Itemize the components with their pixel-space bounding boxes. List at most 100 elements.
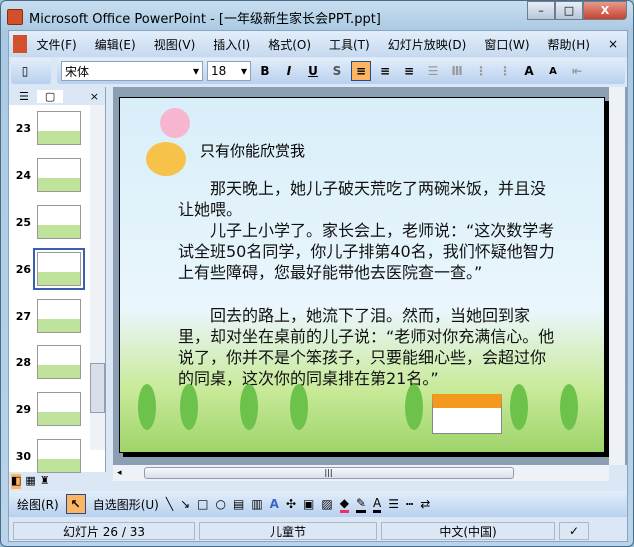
bold-button[interactable]: B xyxy=(255,61,275,81)
thumbnail-image xyxy=(37,205,81,239)
menu-tools[interactable]: 工具(T) xyxy=(320,36,379,53)
fairy-illustration xyxy=(146,142,186,176)
menu-format[interactable]: 格式(O) xyxy=(259,36,320,53)
oval-icon[interactable]: ○ xyxy=(216,497,226,511)
diagram-icon[interactable]: ✣ xyxy=(286,497,296,511)
outline-tab[interactable]: ☰ xyxy=(19,90,29,103)
vertical-text-icon[interactable]: Ⅲ xyxy=(447,61,467,81)
line-style-icon[interactable]: ☰ xyxy=(388,497,399,511)
distribute-icon[interactable]: ☰ xyxy=(423,61,443,81)
menu-help[interactable]: 帮助(H) xyxy=(539,36,599,53)
slide-number: 25 xyxy=(15,215,31,229)
menu-slideshow[interactable]: 幻灯片放映(D) xyxy=(379,36,476,53)
slide-number: 27 xyxy=(15,309,31,323)
normal-view-icon[interactable]: ◧ xyxy=(11,474,22,489)
menu-file[interactable]: 文件(F) xyxy=(27,36,85,53)
bullets-icon[interactable]: ⋮ xyxy=(495,61,515,81)
autoshapes-button[interactable]: 自选图形(U) xyxy=(93,496,159,513)
draw-menu-button[interactable]: 绘图(R) xyxy=(17,496,59,513)
menu-edit[interactable]: 编辑(E) xyxy=(86,36,145,53)
select-arrow-icon[interactable]: ↖ xyxy=(65,494,86,514)
powerpoint-icon xyxy=(7,9,23,25)
slide-thumbnail[interactable]: 23 xyxy=(11,111,81,145)
arrow-icon[interactable]: ↘ xyxy=(180,497,190,511)
slide-sorter-icon[interactable]: ▦ xyxy=(25,474,35,489)
fill-color-icon[interactable]: ◆ xyxy=(339,496,349,513)
thumbnails-scrollbar[interactable] xyxy=(90,105,105,450)
vertical-scrollbar[interactable] xyxy=(609,87,625,465)
italic-button[interactable]: I xyxy=(279,61,299,81)
slides-tab[interactable]: ▢ xyxy=(36,89,64,103)
standard-toolbar: ▯ xyxy=(11,58,51,84)
font-size-value: 18 xyxy=(211,64,227,78)
align-center-icon[interactable]: ≡ xyxy=(375,61,395,81)
menu-view[interactable]: 视图(V) xyxy=(145,36,205,53)
decrease-indent-icon[interactable]: ⇤ xyxy=(567,61,587,81)
arrow-style-icon[interactable]: ⇄ xyxy=(420,497,430,511)
rectangle-icon[interactable]: □ xyxy=(197,497,208,511)
spelling-icon[interactable]: ✓ xyxy=(559,522,589,540)
align-right-icon[interactable]: ≡ xyxy=(399,61,419,81)
slide-number: 26 xyxy=(15,262,31,276)
slide-number: 23 xyxy=(15,121,31,135)
slide-paragraph: 回去的路上，她流下了泪。然而，当她回到家里，却对坐在桌前的儿子说：“老师对你充满… xyxy=(178,306,555,388)
underline-button[interactable]: U xyxy=(303,61,323,81)
title-bar: Microsoft Office PowerPoint - [一年级新生家长会P… xyxy=(7,5,427,29)
slide-thumbnail[interactable]: 27 xyxy=(11,299,81,333)
align-left-icon[interactable]: ≡ xyxy=(351,61,371,81)
thumbnail-image xyxy=(37,345,81,379)
tree-decoration xyxy=(240,384,258,430)
picture-icon[interactable]: ▨ xyxy=(321,497,332,511)
new-document-icon[interactable]: ▯ xyxy=(15,61,35,81)
menu-bar: 文件(F) 编辑(E) 视图(V) 插入(I) 格式(O) 工具(T) 幻灯片放… xyxy=(9,31,627,57)
slide-thumbnail[interactable]: 25 xyxy=(11,205,81,239)
slide-thumbnail[interactable]: 30 xyxy=(11,439,81,473)
numbering-icon[interactable]: ⋮ xyxy=(471,61,491,81)
tree-decoration xyxy=(510,384,528,430)
menu-insert[interactable]: 插入(I) xyxy=(204,36,259,53)
shadow-button[interactable]: S xyxy=(327,61,347,81)
slideshow-icon[interactable]: ♜ xyxy=(40,474,50,489)
status-bar: 幻灯片 26 / 33 儿童节 中文(中国) ✓ xyxy=(9,520,627,542)
scroll-thumb[interactable] xyxy=(90,363,105,413)
window-title: Microsoft Office PowerPoint - [一年级新生家长会P… xyxy=(29,11,381,27)
maximize-button[interactable]: □ xyxy=(555,1,583,20)
slide-thumbnail[interactable]: 28 xyxy=(11,345,81,379)
slide-thumbnail-selected[interactable]: 26 xyxy=(11,248,85,290)
scroll-thumb[interactable]: ||| xyxy=(143,467,514,479)
vertical-textbox-icon[interactable]: ▥ xyxy=(251,497,262,511)
font-select[interactable]: 宋体 ▾ xyxy=(61,61,203,81)
minimize-button[interactable]: – xyxy=(527,1,555,20)
grow-font-button[interactable]: A xyxy=(519,61,539,81)
slide-paragraph: 儿子上小学了。家长会上，老师说：“这次数学考试全班50名同学，你儿子排第40名，… xyxy=(178,221,555,282)
close-button[interactable]: X xyxy=(583,1,627,20)
slide-number: 30 xyxy=(15,449,31,463)
dash-style-icon[interactable]: ┅ xyxy=(406,497,413,511)
doc-icon xyxy=(13,35,28,53)
doc-close-button[interactable]: × xyxy=(599,37,627,51)
line-icon[interactable]: ╲ xyxy=(166,497,173,511)
formatting-toolbar: 宋体 ▾ 18 ▾ B I U S ≡ ≡ ≡ ☰ Ⅲ ⋮ ⋮ A A ⇤ xyxy=(57,58,625,84)
scroll-left-icon[interactable]: ◂ xyxy=(117,468,122,478)
chevron-down-icon: ▾ xyxy=(192,64,199,78)
tree-decoration xyxy=(290,384,308,430)
font-size-select[interactable]: 18 ▾ xyxy=(207,61,251,81)
slide-thumbnail[interactable]: 29 xyxy=(11,392,81,426)
slide-thumbnail[interactable]: 24 xyxy=(11,158,81,192)
view-buttons: ◧ ▦ ♜ xyxy=(9,474,106,489)
wordart-icon[interactable]: A xyxy=(270,497,279,511)
slide-canvas[interactable]: 只有你能欣赏我 那天晚上，她儿子破天荒吃了两碗米饭，并且没让她喂。 儿子上小学了… xyxy=(119,97,605,453)
slide-number: 28 xyxy=(15,355,31,369)
horizontal-scrollbar[interactable]: ◂ ||| xyxy=(113,465,609,481)
status-slide-count: 幻灯片 26 / 33 xyxy=(13,522,195,540)
status-design: 儿童节 xyxy=(199,522,377,540)
clipart-icon[interactable]: ▣ xyxy=(303,497,314,511)
line-color-icon[interactable]: ✎ xyxy=(355,496,367,513)
font-color-icon[interactable]: A xyxy=(373,496,382,513)
textbox-icon[interactable]: ▤ xyxy=(233,497,244,511)
shrink-font-button[interactable]: A xyxy=(543,61,563,81)
slides-pane: ☰ ▢ × 23 24 25 26 27 28 29 30 xyxy=(9,87,106,473)
house-decoration xyxy=(432,394,502,434)
menu-window[interactable]: 窗口(W) xyxy=(475,36,538,53)
pane-close-button[interactable]: × xyxy=(90,90,99,103)
